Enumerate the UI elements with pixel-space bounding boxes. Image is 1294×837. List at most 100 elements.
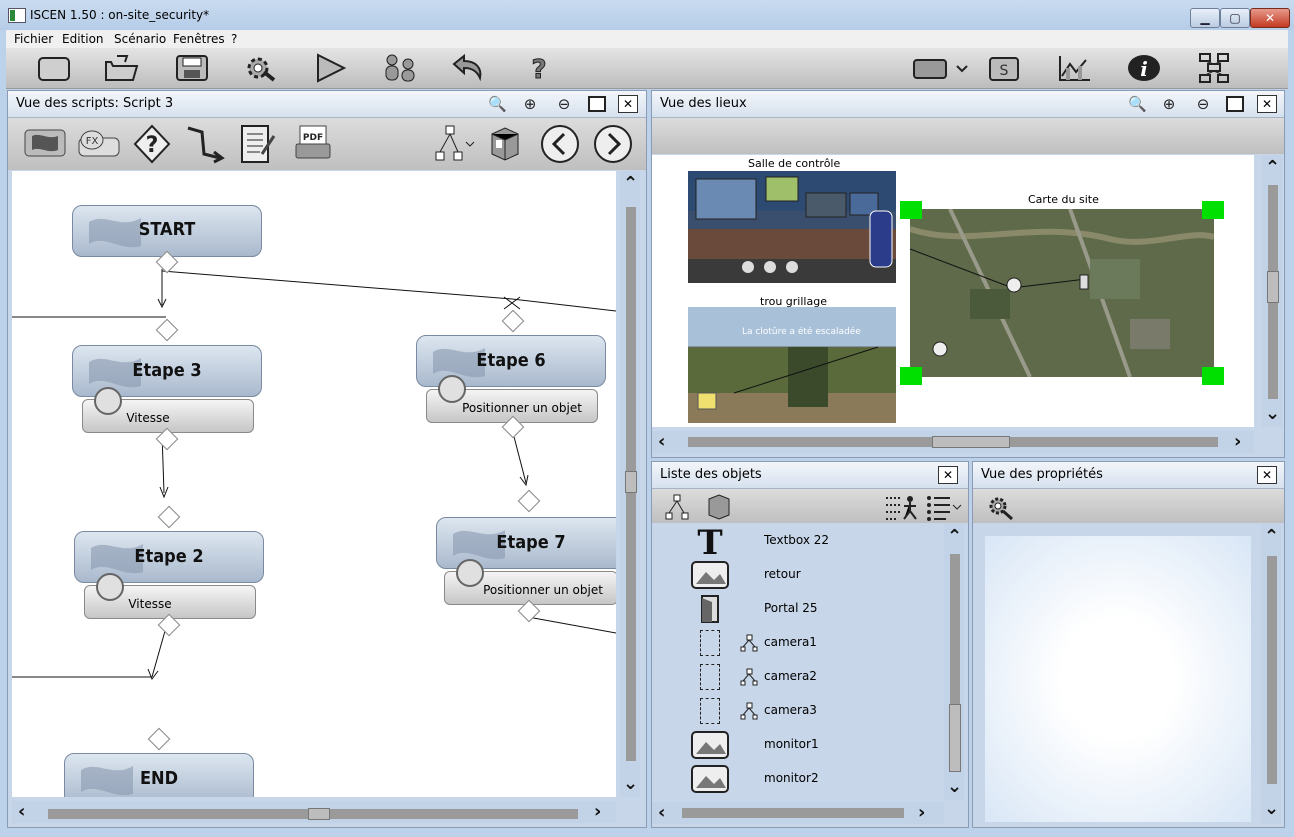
- maximize-button[interactable]: ▢: [1220, 8, 1250, 28]
- places-canvas[interactable]: Salle de contrôle Carte du site trou gri…: [652, 155, 1254, 427]
- scroll-down-arrow[interactable]: ⌄: [1265, 405, 1280, 423]
- zoom-reset-icon[interactable]: 🔍: [1128, 95, 1147, 113]
- undo-icon[interactable]: [450, 52, 486, 84]
- flag-icon[interactable]: [24, 128, 66, 158]
- script-node-start[interactable]: START: [72, 205, 262, 257]
- scroll-track[interactable]: [682, 808, 904, 818]
- pdf-icon[interactable]: PDF: [294, 124, 332, 164]
- scroll-up-arrow[interactable]: ⌃: [1264, 528, 1279, 546]
- menu-help[interactable]: ?: [231, 32, 237, 46]
- scene-fence-hole[interactable]: [688, 307, 896, 423]
- list-item[interactable]: retour: [652, 558, 942, 592]
- scroll-left-arrow[interactable]: ‹: [18, 803, 25, 821]
- scroll-up-arrow[interactable]: ⌃: [623, 175, 638, 193]
- object-cube-icon[interactable]: [706, 493, 732, 521]
- list-item[interactable]: monitor2: [652, 762, 942, 796]
- close-panel-icon[interactable]: ✕: [938, 466, 958, 484]
- tree-icon[interactable]: [432, 124, 476, 164]
- next-icon[interactable]: [593, 124, 633, 164]
- selection-handle-bottom-left[interactable]: [900, 367, 922, 385]
- scroll-left-arrow[interactable]: ‹: [658, 433, 665, 451]
- scroll-track[interactable]: [1267, 556, 1277, 784]
- scene-control-room[interactable]: [688, 171, 896, 283]
- save-icon[interactable]: [174, 52, 210, 84]
- menu-scenario[interactable]: Scénario: [114, 32, 166, 46]
- list-item[interactable]: camera3: [652, 694, 942, 728]
- open-icon[interactable]: [103, 52, 139, 84]
- zoom-in-icon[interactable]: ⊕: [521, 95, 539, 113]
- notes-icon[interactable]: [238, 122, 276, 166]
- zoom-reset-icon[interactable]: 🔍: [488, 95, 507, 113]
- scroll-right-arrow[interactable]: ›: [594, 803, 601, 821]
- menu-fichier[interactable]: Fichier: [14, 32, 53, 46]
- close-panel-icon[interactable]: ✕: [1257, 95, 1277, 113]
- script-vertical-scrollbar[interactable]: ⌃ ⌄: [620, 171, 640, 797]
- objects-horizontal-scrollbar[interactable]: ‹ ›: [652, 802, 944, 824]
- svg-text:?: ?: [531, 55, 546, 84]
- menu-edition[interactable]: Edition: [62, 32, 104, 46]
- scene-site-map[interactable]: [910, 209, 1214, 377]
- scroll-down-arrow[interactable]: ⌄: [623, 775, 638, 793]
- fx-icon[interactable]: FX: [78, 128, 120, 158]
- scroll-right-arrow[interactable]: ›: [918, 804, 925, 822]
- close-panel-icon[interactable]: ✕: [1257, 466, 1277, 484]
- script-icon[interactable]: S: [986, 52, 1022, 84]
- script-panel-title: Vue des scripts: Script 3: [16, 96, 174, 111]
- chart-icon[interactable]: [1056, 52, 1092, 84]
- tree-icon[interactable]: [664, 493, 692, 521]
- settings-icon[interactable]: [242, 52, 278, 84]
- maximize-panel-icon[interactable]: [1226, 96, 1244, 112]
- placeholder-icon: [700, 698, 720, 724]
- scroll-thumb[interactable]: [308, 808, 330, 820]
- selection-handle-bottom-right[interactable]: [1202, 367, 1224, 385]
- new-icon[interactable]: [36, 52, 72, 84]
- help-icon[interactable]: ?: [521, 52, 557, 85]
- scroll-up-arrow[interactable]: ⌃: [947, 528, 962, 546]
- scroll-down-arrow[interactable]: ⌄: [947, 778, 962, 796]
- link-arrow-icon[interactable]: [184, 124, 228, 164]
- play-icon[interactable]: [312, 52, 348, 84]
- script-canvas[interactable]: START Etape 3 Vitesse Etape 6 Positionne…: [12, 171, 616, 797]
- properties-vertical-scrollbar[interactable]: ⌃ ⌄: [1261, 524, 1281, 824]
- zoom-out-icon[interactable]: ⊖: [1194, 95, 1212, 113]
- scroll-thumb[interactable]: [1267, 271, 1279, 303]
- previous-icon[interactable]: [540, 124, 580, 164]
- network-icon[interactable]: [1196, 52, 1232, 84]
- places-vertical-scrollbar[interactable]: ⌃ ⌄: [1262, 155, 1282, 427]
- zoom-out-icon[interactable]: ⊖: [555, 95, 573, 113]
- scroll-left-arrow[interactable]: ‹: [658, 804, 665, 822]
- scroll-thumb[interactable]: [949, 704, 961, 772]
- menu-fenetres[interactable]: Fenêtres: [173, 32, 225, 46]
- scroll-down-arrow[interactable]: ⌄: [1264, 800, 1279, 818]
- filter-list-icon[interactable]: [884, 493, 920, 521]
- script-node-end[interactable]: END: [64, 753, 254, 797]
- minimize-button[interactable]: ▁: [1190, 8, 1220, 28]
- close-panel-icon[interactable]: ✕: [618, 95, 638, 113]
- chevron-down-icon[interactable]: [954, 52, 970, 84]
- scroll-up-arrow[interactable]: ⌃: [1265, 159, 1280, 177]
- selection-handle-top-left[interactable]: [900, 201, 922, 219]
- list-item[interactable]: Portal 25: [652, 592, 942, 626]
- users-icon[interactable]: [382, 52, 418, 84]
- list-options-icon[interactable]: [926, 493, 962, 521]
- close-window-button[interactable]: ✕: [1250, 8, 1290, 28]
- info-icon[interactable]: i: [1126, 52, 1162, 84]
- list-item[interactable]: T Textbox 22: [652, 524, 942, 558]
- scroll-right-arrow[interactable]: ›: [1234, 433, 1241, 451]
- maximize-panel-icon[interactable]: [588, 96, 606, 112]
- selection-handle-top-right[interactable]: [1202, 201, 1224, 219]
- scroll-thumb[interactable]: [932, 436, 1010, 448]
- list-item[interactable]: monitor1: [652, 728, 942, 762]
- list-item[interactable]: camera1: [652, 626, 942, 660]
- menu-bar: Fichier Edition Scénario Fenêtres ?: [6, 30, 1288, 48]
- zoom-in-icon[interactable]: ⊕: [1160, 95, 1178, 113]
- settings-icon[interactable]: [985, 493, 1015, 521]
- places-horizontal-scrollbar[interactable]: ‹ ›: [652, 431, 1254, 453]
- screen-icon[interactable]: [912, 52, 948, 84]
- script-horizontal-scrollbar[interactable]: ‹ ›: [12, 801, 616, 823]
- scroll-thumb[interactable]: [625, 471, 637, 493]
- object-cube-icon[interactable]: [488, 126, 522, 162]
- list-item[interactable]: camera2: [652, 660, 942, 694]
- objects-vertical-scrollbar[interactable]: ⌃ ⌄: [944, 524, 964, 800]
- condition-icon[interactable]: ?: [133, 124, 171, 164]
